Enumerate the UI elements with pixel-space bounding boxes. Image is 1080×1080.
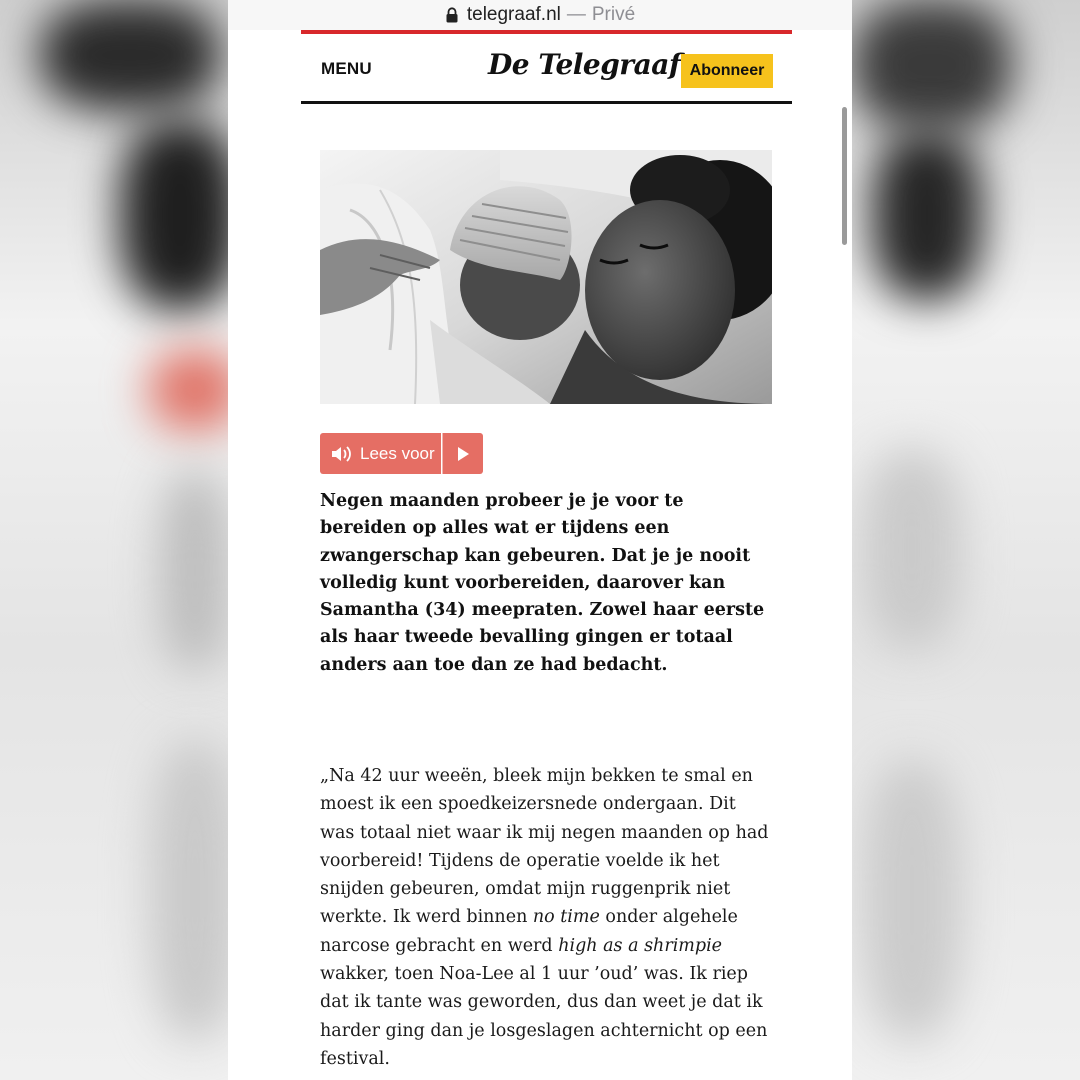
body-emphasis: no time: [532, 907, 600, 928]
speaker-icon: [332, 445, 351, 462]
subscribe-button[interactable]: Abonneer: [681, 54, 773, 88]
body-emphasis: high as a shrimpie: [558, 935, 723, 956]
play-icon: [458, 446, 469, 461]
article-photo: [320, 150, 772, 404]
menu-button[interactable]: MENU: [321, 59, 372, 79]
blurred-backdrop-right: [852, 0, 1080, 1080]
blurred-backdrop-left: [0, 0, 228, 1080]
article-body-paragraph: „Na 42 uur weeën, bleek mijn bekken te s…: [320, 762, 775, 1073]
text-to-speech-control: Lees voor: [320, 433, 483, 474]
lock-icon: [446, 7, 458, 23]
site-logo[interactable]: De Telegraaf: [488, 48, 681, 81]
body-text-part: wakker, toen Noa-Lee al 1 uur ’oud’ was.…: [320, 964, 768, 1069]
address-bar[interactable]: telegraaf.nl — Privé: [228, 0, 852, 30]
read-aloud-label: Lees voor: [360, 443, 435, 463]
play-button[interactable]: [442, 433, 483, 474]
article-intro: Negen maanden probeer je je voor te bere…: [320, 491, 765, 675]
private-mode-label: Privé: [591, 4, 636, 25]
browser-viewport: telegraaf.nl — Privé MENU De Telegraaf A…: [228, 0, 852, 1080]
mother-and-newborn-image: [320, 150, 772, 404]
body-text-part: „Na 42 uur weeën, bleek mijn bekken te s…: [320, 766, 769, 928]
scrollbar-thumb[interactable]: [842, 107, 847, 245]
url-separator: —: [566, 4, 586, 25]
read-aloud-button[interactable]: Lees voor: [320, 433, 441, 474]
site-header: MENU De Telegraaf Abonneer: [301, 30, 792, 104]
url-domain: telegraaf.nl: [466, 4, 561, 25]
